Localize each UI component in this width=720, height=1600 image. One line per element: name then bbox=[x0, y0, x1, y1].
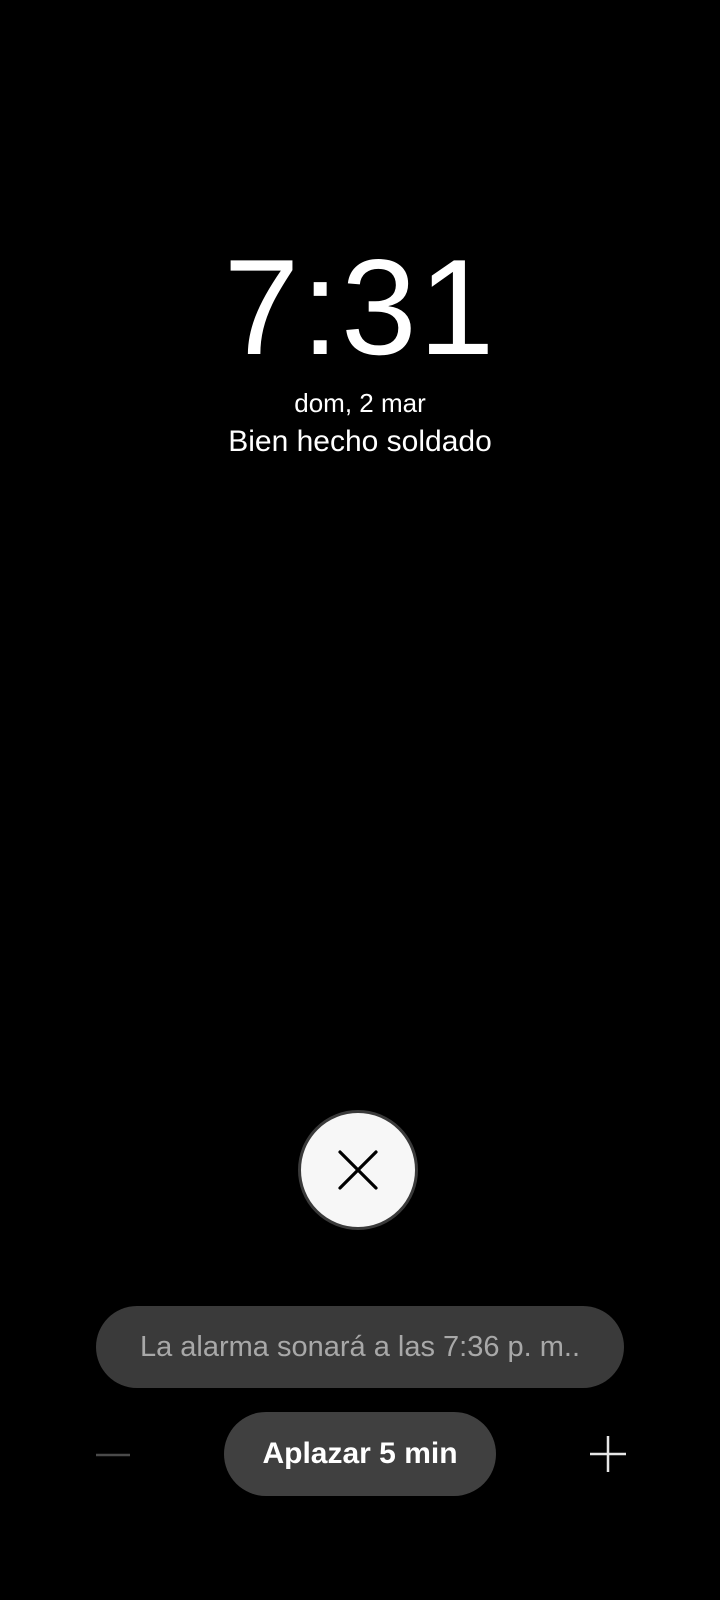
snooze-controls: Aplazar 5 min bbox=[0, 1412, 720, 1496]
snooze-button-label: Aplazar 5 min bbox=[262, 1437, 458, 1470]
plus-icon bbox=[590, 1436, 626, 1472]
minus-icon bbox=[96, 1453, 130, 1457]
increase-snooze-button[interactable] bbox=[590, 1436, 626, 1472]
alarm-screen: 7:31 dom, 2 mar Bien hecho soldado La al… bbox=[0, 0, 720, 1600]
snooze-info-text: La alarma sonará a las 7:36 p. m.. bbox=[139, 1330, 581, 1363]
snooze-info: La alarma sonará a las 7:36 p. m.. bbox=[96, 1306, 624, 1388]
alarm-label: Bien hecho soldado bbox=[228, 425, 492, 458]
decrease-snooze-button[interactable] bbox=[96, 1438, 130, 1472]
dismiss-button[interactable] bbox=[298, 1110, 418, 1230]
close-icon bbox=[337, 1149, 379, 1191]
snooze-button[interactable]: Aplazar 5 min bbox=[224, 1412, 496, 1496]
alarm-time: 7:31 bbox=[223, 231, 497, 383]
alarm-date: dom, 2 mar bbox=[294, 388, 426, 418]
